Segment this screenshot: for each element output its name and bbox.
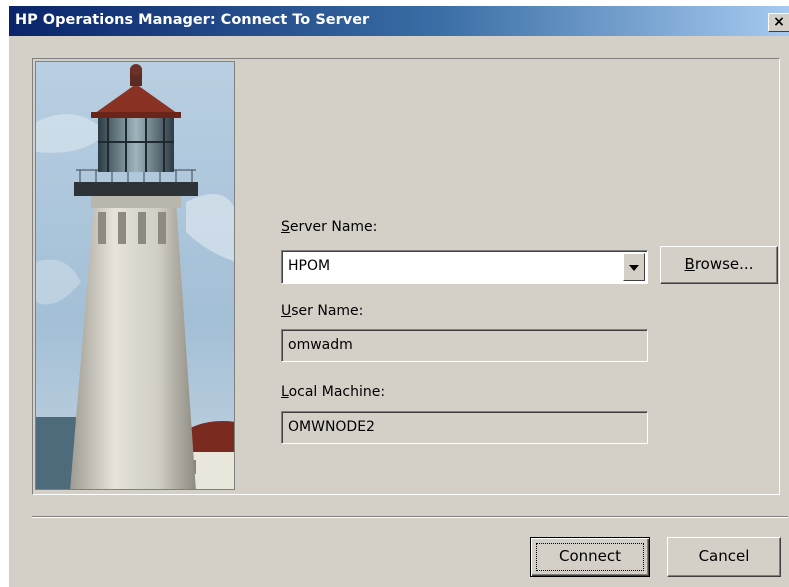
close-button[interactable]: ×	[768, 13, 789, 32]
chevron-down-icon	[629, 265, 639, 271]
user-name-field[interactable]: omwadm	[281, 329, 648, 362]
browse-button[interactable]: Browse...	[660, 246, 778, 284]
local-machine-label: Local Machine:	[281, 384, 386, 400]
lighthouse-image	[35, 61, 235, 490]
window-title: HP Operations Manager: Connect To Server	[15, 12, 370, 28]
connect-dialog: HP Operations Manager: Connect To Server…	[8, 5, 789, 587]
local-machine-field[interactable]: OMWNODE2	[281, 411, 648, 444]
user-name-label: User Name:	[281, 303, 364, 319]
server-name-value: HPOM	[288, 258, 331, 274]
connect-button[interactable]: Connect	[530, 537, 650, 577]
lighthouse-illustration	[36, 62, 234, 489]
server-name-combobox[interactable]: HPOM	[281, 250, 648, 284]
server-name-label: Server Name:	[281, 219, 378, 235]
dropdown-button[interactable]	[623, 253, 645, 281]
separator	[32, 516, 788, 518]
close-icon: ×	[773, 14, 785, 30]
title-bar[interactable]: HP Operations Manager: Connect To Server	[9, 6, 789, 36]
focus-rectangle	[536, 543, 644, 571]
content-panel: Server Name: HPOM Browse... User Name: o…	[32, 58, 780, 495]
cancel-button[interactable]: Cancel	[667, 537, 781, 577]
